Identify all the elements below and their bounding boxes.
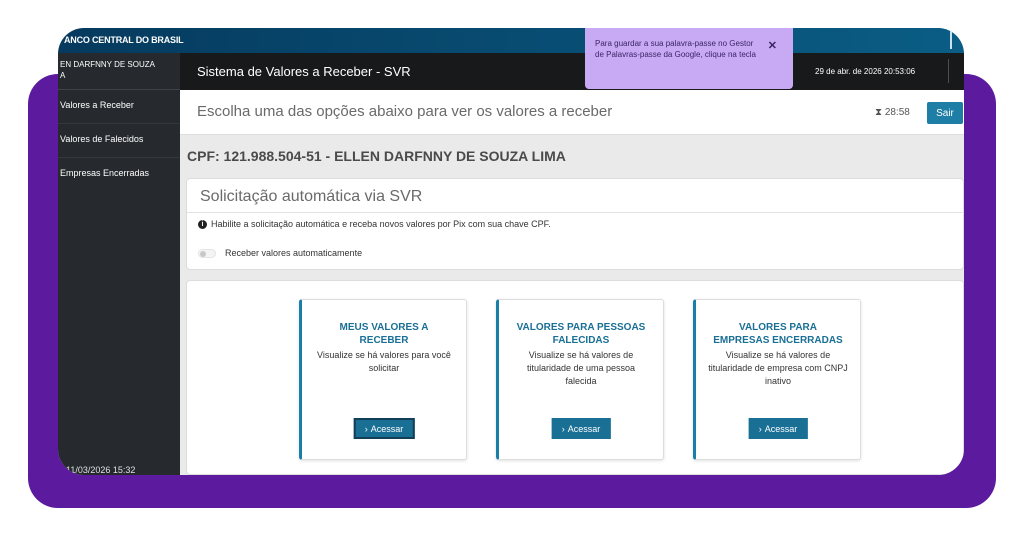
card-title: VALORES PARA PESSOAS FALECIDAS — [516, 322, 646, 346]
sidebar-item-label: Empresas Encerradas — [60, 168, 150, 178]
options-cards-area: MEUS VALORES A RECEBER Visualize se há v… — [186, 280, 964, 475]
auto-receive-toggle-row: Receber valores automaticamente — [198, 248, 362, 258]
user-name-continued: A — [60, 71, 66, 80]
auto-request-panel: Solicitação automática via SVR i Habilit… — [186, 178, 964, 270]
toggle-knob — [200, 250, 206, 257]
logout-button[interactable]: Sair — [927, 102, 963, 124]
top-bar: ANCO CENTRAL DO BRASIL — [58, 28, 964, 53]
acessar-button-empresas-encerradas[interactable]: › Acessar — [748, 418, 808, 439]
sidebar-item-label: Valores de Falecidos — [60, 134, 144, 144]
button-label: Acessar — [764, 423, 798, 434]
header-datetime: 29 de abr. de 2026 20:53:06 — [815, 67, 916, 76]
auto-receive-label: Receber valores automaticamente — [225, 248, 363, 258]
card-empresas-encerradas: VALORES PARA EMPRESAS ENCERRADAS Visuali… — [693, 299, 861, 460]
sidebar-footer-date: 11/03/2026 15:32 — [66, 465, 136, 475]
card-title: VALORES PARA EMPRESAS ENCERRADAS — [713, 322, 843, 346]
sidebar-item-label: Valores a Receber — [60, 100, 134, 110]
sidebar-item-valores-a-receber[interactable]: Valores a Receber — [58, 90, 180, 124]
card-title: MEUS VALORES A RECEBER — [339, 322, 429, 346]
hourglass-icon: ⧗ — [875, 107, 883, 118]
options-header: Escolha uma das opções abaixo para ver o… — [180, 90, 964, 135]
info-text: Habilite a solicitação automática e rece… — [211, 219, 551, 229]
cpf-line: CPF: 121.988.504-51 - ELLEN DARFNNY DE S… — [187, 148, 566, 164]
card-description: Visualize se há valores de titularidade … — [526, 350, 636, 386]
chevron-right-icon: › — [758, 423, 762, 434]
info-icon: i — [198, 219, 207, 229]
auto-receive-toggle[interactable] — [198, 248, 216, 258]
button-label: Acessar — [370, 423, 404, 434]
sidebar-item-empresas-encerradas[interactable]: Empresas Encerradas — [58, 158, 180, 192]
card-pessoas-falecidas: VALORES PARA PESSOAS FALECIDAS Visualize… — [496, 299, 664, 460]
button-label: Acessar — [567, 423, 601, 434]
header-divider — [948, 59, 949, 83]
browser-window: ANCO CENTRAL DO BRASIL EN DARFNNY DE SOU… — [58, 28, 964, 475]
card-description: Visualize se há valores para você solici… — [317, 350, 451, 373]
chevron-right-icon: › — [364, 423, 368, 434]
timer-value: 28:58 — [884, 107, 910, 118]
sidebar-item-valores-de-falecidos[interactable]: Valores de Falecidos — [58, 124, 180, 158]
sidebar-user: EN DARFNNY DE SOUZA A — [58, 53, 180, 90]
system-name: Sistema de Valores a Receber - SVR — [197, 64, 411, 79]
chevron-right-icon: › — [561, 423, 565, 434]
toast-message: Para guardar a sua palavra-passe no Gest… — [595, 39, 756, 59]
close-icon[interactable]: ✕ — [768, 39, 777, 52]
password-manager-toast: Para guardar a sua palavra-passe no Gest… — [585, 28, 793, 89]
auto-request-info: i Habilite a solicitação automática e re… — [198, 219, 551, 229]
user-name: EN DARFNNY DE SOUZA — [60, 60, 155, 69]
page-title: Escolha uma das opções abaixo para ver o… — [197, 103, 613, 120]
card-description: Visualize se há valores de titularidade … — [708, 350, 848, 386]
top-bar-edge — [950, 31, 952, 49]
sidebar: EN DARFNNY DE SOUZA A Valores a Receber … — [58, 53, 180, 475]
app-header: Sistema de Valores a Receber - SVR 29 de… — [180, 53, 964, 90]
auto-request-title: Solicitação automática via SVR — [200, 188, 423, 205]
session-timer: ⧗ 28:58 — [875, 107, 910, 118]
card-meus-valores: MEUS VALORES A RECEBER Visualize se há v… — [299, 299, 467, 460]
acessar-button-meus-valores[interactable]: › Acessar — [353, 418, 415, 439]
acessar-button-pessoas-falecidas[interactable]: › Acessar — [551, 418, 611, 439]
bank-name: ANCO CENTRAL DO BRASIL — [64, 35, 184, 45]
panel-divider — [187, 212, 964, 213]
